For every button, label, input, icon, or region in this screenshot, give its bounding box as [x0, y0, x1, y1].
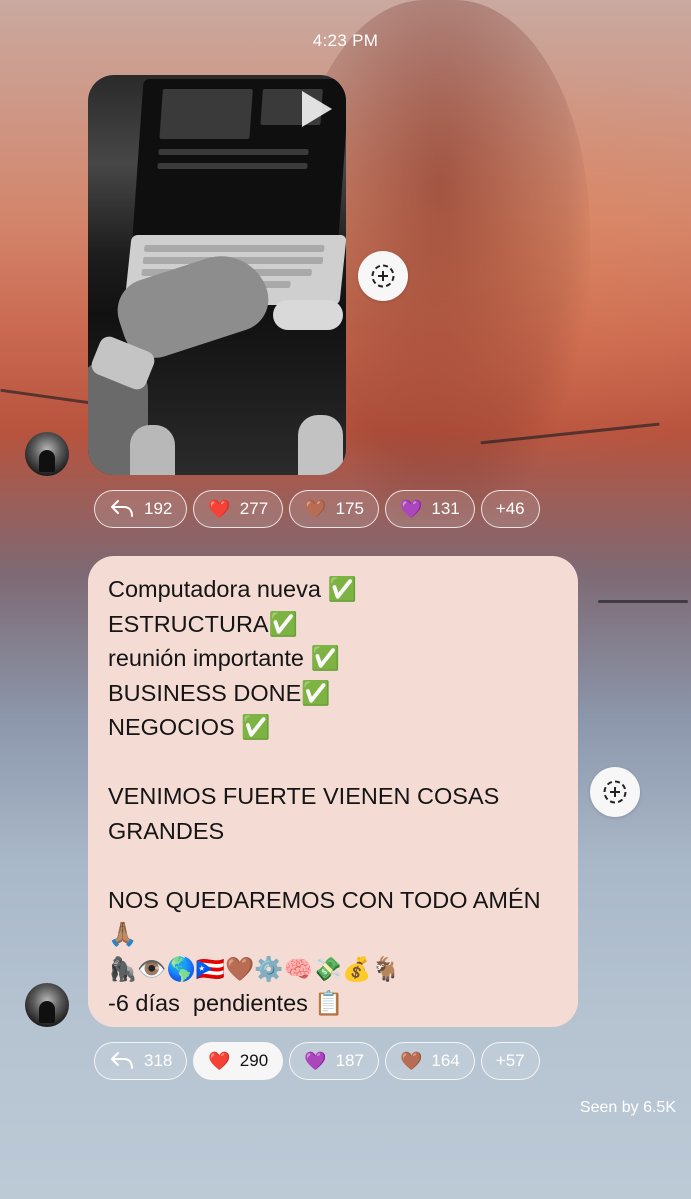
reaction-reply[interactable]: 192: [94, 490, 188, 528]
brown-heart-emoji: 🤎: [399, 1051, 423, 1071]
reply-icon: [111, 500, 133, 517]
reaction-more[interactable]: +46: [480, 490, 540, 528]
play-icon[interactable]: [302, 91, 332, 127]
text-message-bubble[interactable]: Computadora nueva ✅ ESTRUCTURA✅ reunión …: [88, 556, 578, 1027]
message-line: GRANDES: [108, 817, 225, 844]
reaction-reply[interactable]: 318: [94, 1042, 188, 1080]
message-line: 🙏🏽: [108, 921, 138, 947]
status-time: 4:23 PM: [312, 31, 379, 50]
reaction-brown-heart[interactable]: 🤎 175: [289, 490, 379, 528]
reaction-more[interactable]: +57: [480, 1042, 540, 1080]
message-line: ESTRUCTURA✅: [108, 610, 298, 637]
avatar[interactable]: [25, 432, 69, 476]
reaction-brown-heart[interactable]: 🤎 164: [384, 1042, 475, 1080]
purple-heart-emoji: 💜: [399, 499, 423, 519]
reaction-bar: 192 ❤️ 277 🤎 175 💜 131 +46: [94, 490, 540, 528]
message-line: BUSINESS DONE✅: [108, 679, 331, 706]
message-line: NEGOCIOS ✅: [108, 714, 271, 740]
message-line: -6 días pendientes 📋: [108, 990, 344, 1016]
reaction-heart-selected[interactable]: ❤️ 290: [193, 1042, 284, 1080]
add-reaction-icon: [371, 264, 395, 288]
red-heart-emoji: ❤️: [208, 1051, 231, 1071]
add-reaction-button[interactable]: [590, 767, 640, 817]
video-message-thumbnail[interactable]: [88, 75, 346, 475]
add-reaction-icon: [603, 780, 627, 804]
reaction-purple-heart[interactable]: 💜 131: [384, 490, 475, 528]
message-line: 🦍👁️🌎🇵🇷🤎⚙️🧠💸💰🐐: [108, 955, 401, 982]
reaction-heart[interactable]: ❤️ 277: [193, 490, 284, 528]
message-line: VENIMOS FUERTE VIENEN COSAS: [108, 783, 500, 809]
avatar[interactable]: [25, 983, 69, 1027]
purple-heart-emoji: 💜: [304, 1051, 327, 1071]
reaction-bar: 318 ❤️ 290 💜 187 🤎 164 +57: [94, 1042, 540, 1080]
message-line: Computadora nueva ✅: [108, 576, 357, 602]
reply-icon: [111, 1052, 133, 1069]
message-line: NOS QUEDAREMOS CON TODO AMÉN: [108, 886, 541, 913]
message-line: [108, 848, 558, 883]
reaction-purple-heart[interactable]: 💜 187: [289, 1042, 379, 1080]
message-line: reunión importante ✅: [108, 645, 340, 671]
red-heart-emoji: ❤️: [208, 499, 231, 519]
message-line: [108, 745, 558, 780]
add-reaction-button[interactable]: [358, 251, 408, 301]
brown-heart-emoji: 🤎: [304, 499, 327, 519]
background-helicopter: [598, 600, 688, 603]
seen-count: Seen by 6.5K: [579, 1099, 676, 1116]
